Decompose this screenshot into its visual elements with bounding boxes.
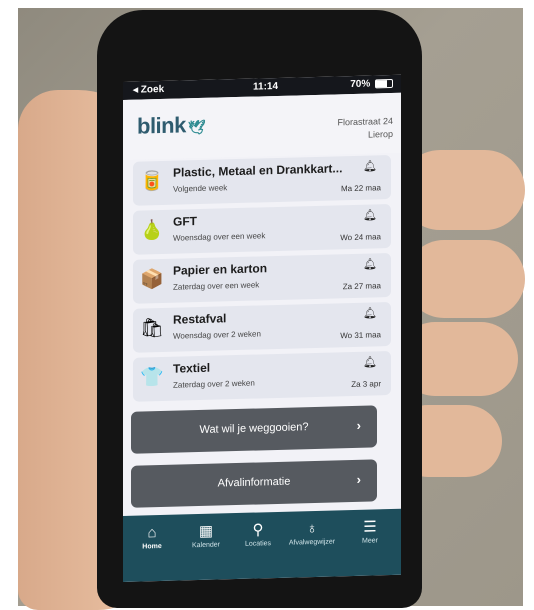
pickup-date: Za 3 apr — [351, 379, 381, 390]
waste-item-subtitle: Zaterdag over een week — [173, 280, 260, 292]
list-menu-icon: ☰ — [363, 518, 377, 536]
waste-item-row[interactable]: 🍐 GFT Woensdag over een week 🔔︎ Wo 24 maa — [133, 203, 391, 255]
waste-item-subtitle: Zaterdag over 2 weken — [173, 378, 255, 390]
bird-icon: 🕊 — [187, 118, 206, 136]
tab-label: Home — [142, 542, 162, 551]
tab-locaties[interactable]: ⚲ Locaties — [233, 520, 283, 548]
waste-item-title: GFT — [173, 214, 197, 229]
waste-item-title: Plastic, Metaal en Drankkart... — [173, 161, 343, 180]
address-block[interactable]: Florastraat 24 Lierop — [337, 115, 393, 142]
bell-icon[interactable]: 🔔︎ — [363, 208, 377, 221]
bell-icon[interactable]: 🔔︎ — [363, 257, 377, 270]
tab-meer[interactable]: ☰ Meer — [345, 517, 395, 545]
status-time: 11:14 — [253, 80, 279, 93]
tab-kalender[interactable]: ▦ Kalender — [181, 521, 231, 550]
waste-item-subtitle: Woensdag over een week — [173, 231, 266, 243]
pickup-date: Wo 31 maa — [340, 330, 381, 341]
waste-item-title: Papier en karton — [173, 261, 268, 278]
paper-box-icon: 📦 — [140, 268, 164, 291]
bell-icon[interactable]: 🔔︎ — [363, 159, 377, 172]
tab-home[interactable]: ⌂ Home — [127, 523, 177, 551]
pickup-date: Ma 22 maa — [340, 183, 381, 194]
tab-label: Kalender — [191, 541, 221, 550]
waste-item-title: Restafval — [173, 311, 227, 327]
waste-info-button[interactable]: Afvalinformatie › — [131, 459, 377, 508]
what-to-dispose-button[interactable]: Wat wil je weggooien? › — [131, 405, 377, 454]
waste-item-subtitle: Woensdag over 2 weken — [173, 329, 261, 341]
tab-label: Afvalwegwijzer — [288, 538, 336, 547]
trash-bag-icon: 🛍 — [139, 317, 165, 340]
waste-item-subtitle: Volgende week — [173, 183, 228, 194]
waste-item-row[interactable]: 📦 Papier en karton Zaterdag over een week 🔔… — [133, 252, 391, 304]
bell-icon[interactable]: 🔔︎ — [363, 355, 377, 368]
bell-icon[interactable]: 🔔︎ — [363, 306, 377, 319]
hand-finger — [405, 240, 525, 318]
chevron-right-icon: › — [356, 471, 361, 487]
battery-indicator: 70% — [350, 78, 393, 90]
tab-label: Locaties — [244, 540, 272, 548]
location-pin-icon: ⚲ — [252, 521, 264, 539]
lightbulb-icon: ♁ — [306, 519, 318, 538]
calendar-icon: ▦ — [198, 522, 214, 541]
textile-icon: 👕 — [140, 366, 164, 389]
chevron-right-icon: › — [356, 417, 361, 433]
waste-item-row[interactable]: 🛍 Restafval Woensdag over 2 weken 🔔︎ Wo 31 m… — [133, 301, 391, 353]
battery-percent: 70% — [350, 78, 371, 91]
app-header: blink 🕊 Florastraat 24 Lierop — [123, 92, 401, 160]
gft-icon: 🍐 — [140, 219, 164, 242]
plastic-metal-icon: 🥫 — [140, 170, 164, 193]
pickup-date: Wo 24 maa — [340, 232, 381, 243]
app-logo: blink 🕊 — [137, 112, 206, 139]
address-city: Lierop — [367, 128, 393, 140]
tab-afvalwegwijzer[interactable]: ♁ Afvalwegwijzer — [287, 518, 337, 547]
home-icon: ⌂ — [147, 524, 157, 542]
waste-item-row[interactable]: 👕 Textiel Zaterdag over 2 weken 🔔︎ Za 3 apr — [133, 350, 391, 402]
bottom-tab-bar: ⌂ Home ▦ Kalender ⚲ Locaties ♁ Afvalwegwijzer ☰ M… — [123, 508, 401, 582]
tab-label: Meer — [362, 537, 378, 545]
waste-item-row[interactable]: 🥫 Plastic, Metaal en Drankkart... Volgende… — [133, 154, 391, 206]
battery-icon — [375, 78, 393, 89]
pickup-date: Za 27 maa — [342, 281, 381, 292]
phone-screen: ◂ Zoek 11:14 70% blink 🕊 Florastraat 24 L… — [123, 74, 401, 583]
carrier-label: ◂ Zoek — [133, 83, 165, 96]
waste-item-title: Textiel — [173, 360, 211, 376]
waste-pickup-list: 🥫 Plastic, Metaal en Drankkart... Volgende… — [133, 154, 391, 407]
